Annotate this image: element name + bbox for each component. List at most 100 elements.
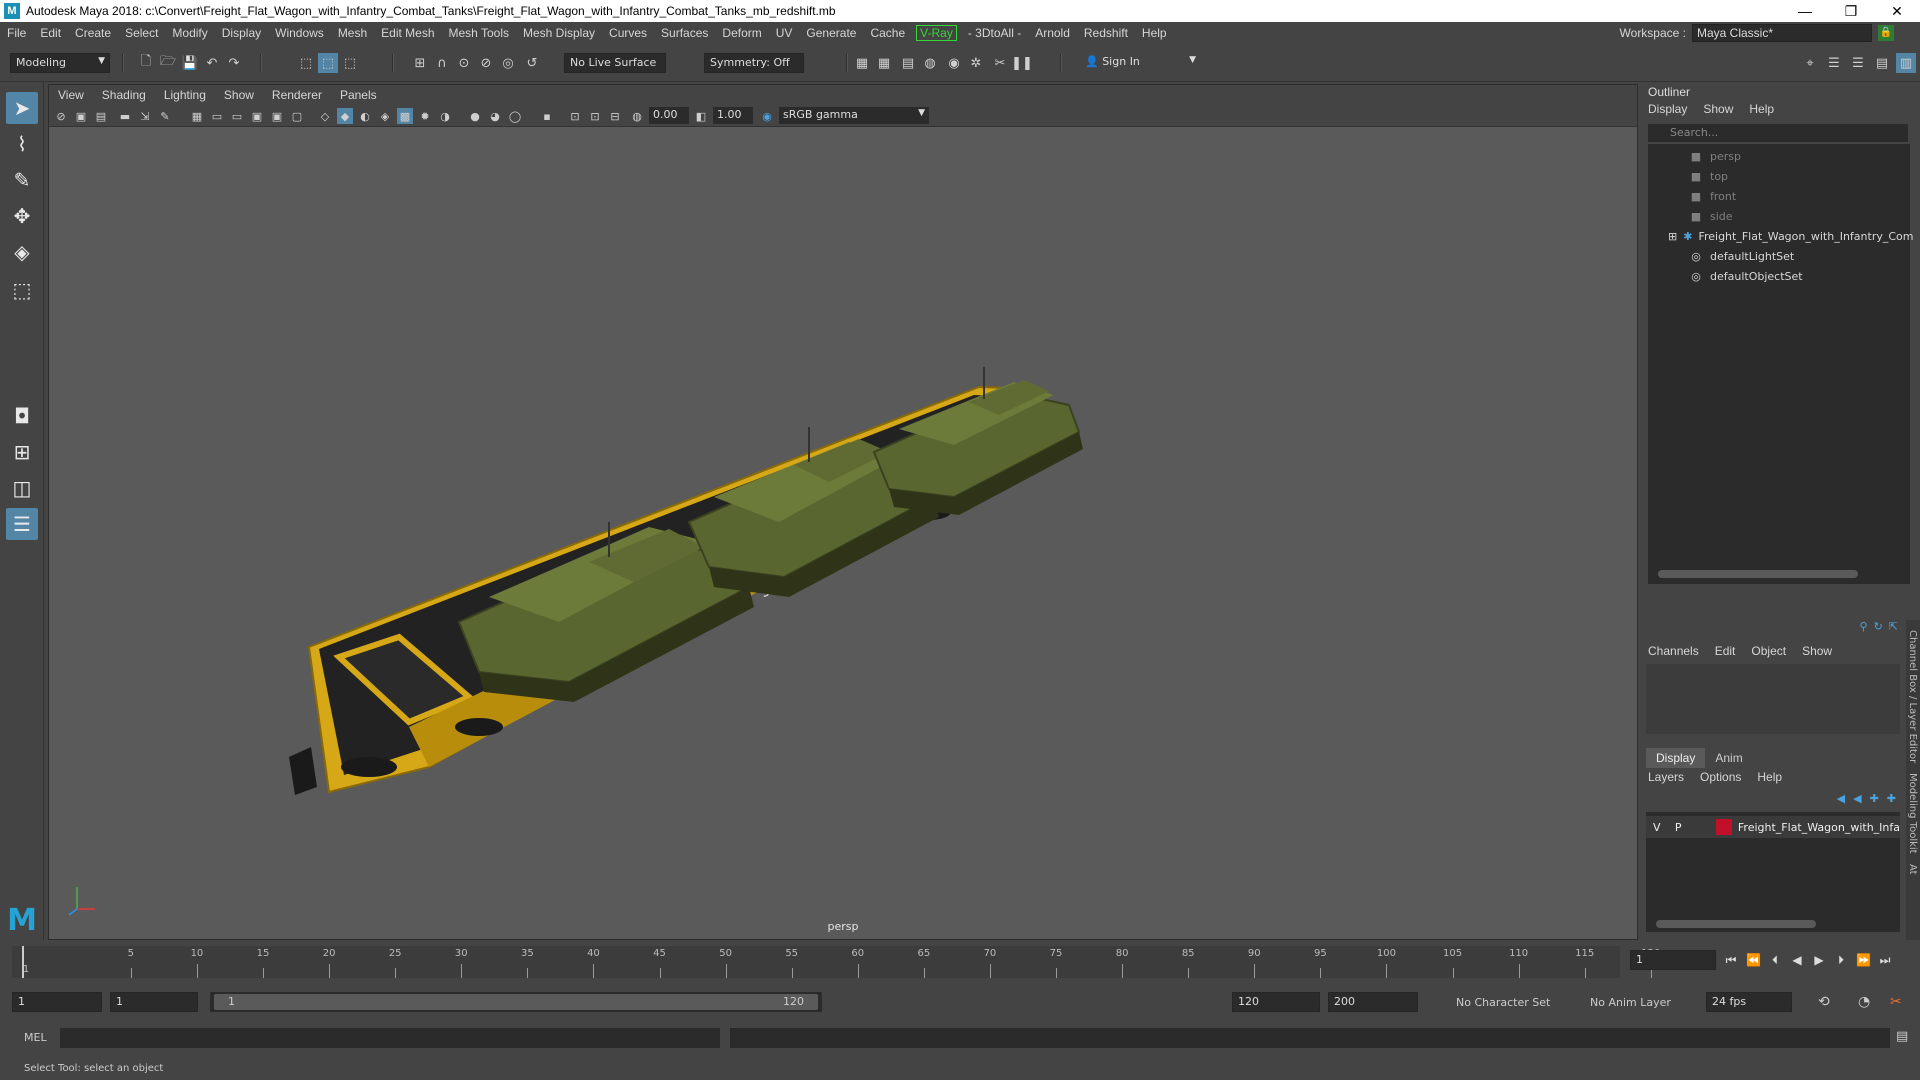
menu-surfaces[interactable]: Surfaces	[654, 26, 715, 40]
move-layer-down-icon[interactable]: ◀	[1853, 792, 1861, 805]
maximize-button[interactable]: ❐	[1828, 3, 1874, 20]
menu-uv[interactable]: UV	[769, 26, 800, 40]
render-settings-icon[interactable]: ▤	[898, 53, 918, 73]
anti-aliasing-icon[interactable]: ◯	[507, 108, 523, 124]
sign-in-button[interactable]: 👤 Sign In ▼	[1080, 53, 1200, 73]
wireframe-on-shaded-icon[interactable]: ◈	[377, 108, 393, 124]
menu-redshift[interactable]: Redshift	[1077, 26, 1135, 40]
film-gate-icon[interactable]: ▭	[209, 108, 225, 124]
snap-point-icon[interactable]: ⊙	[454, 53, 474, 73]
scale-tool-icon[interactable]: ⬚	[6, 274, 38, 306]
ipr-render-icon[interactable]: ▦	[874, 53, 894, 73]
single-view-layout-icon[interactable]: ◘	[6, 400, 38, 432]
viewport-menu-shading[interactable]: Shading	[93, 88, 155, 102]
viewport-menu-view[interactable]: View	[49, 88, 93, 102]
menu-3dtoall[interactable]: - 3DtoAll -	[961, 26, 1028, 40]
channel-menu-channels[interactable]: Channels	[1640, 644, 1707, 658]
select-hierarchy-icon[interactable]: ⬚	[296, 53, 316, 73]
channel-menu-edit[interactable]: Edit	[1707, 644, 1744, 658]
workspace-dropdown[interactable]: Maya Classic*	[1692, 24, 1872, 42]
grid-icon[interactable]: ▦	[189, 108, 205, 124]
outliner-h-scrollbar[interactable]	[1658, 570, 1858, 578]
tab-display[interactable]: Display	[1646, 748, 1706, 768]
snap-surface-icon[interactable]: ◎	[498, 53, 518, 73]
snap-pivot-icon[interactable]: ↺	[522, 53, 542, 73]
layer-playback-toggle[interactable]: P	[1667, 821, 1688, 834]
layer-h-scrollbar[interactable]	[1656, 920, 1816, 928]
menu-generate[interactable]: Generate	[799, 26, 863, 40]
layer-color-swatch[interactable]	[1716, 819, 1732, 835]
menu-select[interactable]: Select	[118, 26, 165, 40]
menu-mesh-tools[interactable]: Mesh Tools	[442, 26, 516, 40]
redo-icon[interactable]: ↷	[224, 53, 244, 73]
outliner-item-side[interactable]: ■ side	[1648, 206, 1910, 226]
outliner-item-default-light-set[interactable]: ◎ defaultLightSet	[1648, 246, 1910, 266]
symmetry-dropdown[interactable]: Symmetry: Off	[704, 53, 804, 73]
outliner-menu-show[interactable]: Show	[1695, 102, 1741, 116]
screen-space-ao-icon[interactable]: ●	[467, 108, 483, 124]
new-layer-icon[interactable]: ✚	[1870, 792, 1879, 805]
xray-joints-icon[interactable]: ⊡	[587, 108, 603, 124]
select-object-icon[interactable]: ⬚	[318, 53, 338, 73]
menu-mesh[interactable]: Mesh	[331, 26, 374, 40]
render-tool-icon[interactable]: ✂	[990, 53, 1010, 73]
hypershade-icon[interactable]: ◍	[920, 53, 940, 73]
menu-arnold[interactable]: Arnold	[1028, 26, 1077, 40]
tab-anim[interactable]: Anim	[1705, 748, 1752, 768]
tab-attribute-editor[interactable]: At	[1907, 864, 1918, 875]
pause-render-icon[interactable]: ❚❚	[1011, 53, 1033, 73]
viewport-menu-lighting[interactable]: Lighting	[155, 88, 215, 102]
pin-icon[interactable]: ⇱	[1889, 620, 1898, 638]
range-handle[interactable]: 1 120	[214, 994, 818, 1010]
image-plane-icon[interactable]: ▬	[117, 108, 133, 124]
shadows-icon[interactable]: ◑	[437, 108, 453, 124]
select-component-icon[interactable]: ⬚	[340, 53, 360, 73]
two-view-layout-icon[interactable]: ◫	[6, 472, 38, 504]
field-chart-icon[interactable]: ▣	[269, 108, 285, 124]
script-editor-icon[interactable]: ▤	[1896, 1029, 1908, 1044]
close-button[interactable]: ✕	[1874, 3, 1920, 20]
attribute-editor-icon[interactable]: ☰	[1824, 53, 1844, 73]
open-scene-icon[interactable]: 🗁	[158, 53, 178, 73]
outliner-item-default-object-set[interactable]: ◎ defaultObjectSet	[1648, 266, 1910, 286]
display-toggle-icon[interactable]: ⚲	[1860, 620, 1868, 638]
step-forward-key-icon[interactable]: ⏩	[1856, 953, 1871, 967]
xray-components-icon[interactable]: ⊟	[607, 108, 623, 124]
mel-label[interactable]: MEL	[24, 1031, 47, 1044]
xray-icon[interactable]: ⊡	[567, 108, 583, 124]
time-slider-track[interactable]: 1 5 10 15 20 25 30 35 40 45 50 55 60 65 70 75 80 85 90 95 1…	[12, 946, 1660, 978]
menu-set-dropdown[interactable]: Modeling ▼	[10, 53, 110, 73]
sync-icon[interactable]: ↻	[1874, 620, 1883, 638]
tab-channel-box-layer-editor[interactable]: Channel Box / Layer Editor	[1907, 630, 1918, 763]
menu-windows[interactable]: Windows	[268, 26, 331, 40]
step-back-frame-icon[interactable]: ⏴	[1768, 953, 1782, 968]
save-scene-icon[interactable]: 💾	[180, 53, 200, 73]
2d-pan-zoom-icon[interactable]: ⇲	[137, 108, 153, 124]
playback-end-field[interactable]: 120	[1232, 992, 1320, 1012]
gamma-field[interactable]: 1.00	[713, 107, 753, 124]
channel-box-icon[interactable]: ▤	[1872, 53, 1892, 73]
outliner-item-persp[interactable]: ■ persp	[1648, 146, 1910, 166]
tab-modeling-toolkit[interactable]: Modeling Toolkit	[1907, 773, 1918, 854]
play-backwards-icon[interactable]: ◀	[1790, 953, 1804, 967]
bookmarks-icon[interactable]: ▤	[93, 108, 109, 124]
menu-modify[interactable]: Modify	[165, 26, 214, 40]
menu-create[interactable]: Create	[68, 26, 118, 40]
isolate-select-icon[interactable]: ▪	[539, 108, 555, 124]
playback-start-field[interactable]: 1	[110, 992, 198, 1012]
outliner-layout-icon[interactable]: ☰	[6, 508, 38, 540]
fps-dropdown[interactable]: 24 fps	[1706, 992, 1792, 1012]
auto-key-icon[interactable]: ◔	[1858, 994, 1870, 1010]
layer-menu-help[interactable]: Help	[1749, 770, 1790, 784]
mel-input[interactable]	[60, 1028, 720, 1048]
menu-mesh-display[interactable]: Mesh Display	[516, 26, 602, 40]
menu-file[interactable]: File	[0, 26, 33, 40]
gamma-icon[interactable]: ◧	[693, 108, 709, 124]
undo-icon[interactable]: ↶	[202, 53, 222, 73]
scene-end-field[interactable]: 200	[1328, 992, 1418, 1012]
menu-help[interactable]: Help	[1135, 26, 1174, 40]
anim-layer-dropdown[interactable]: No Anim Layer	[1590, 996, 1671, 1009]
layer-visibility-toggle[interactable]: V	[1646, 821, 1667, 834]
wireframe-icon[interactable]: ◇	[317, 108, 333, 124]
menu-edit[interactable]: Edit	[33, 26, 68, 40]
